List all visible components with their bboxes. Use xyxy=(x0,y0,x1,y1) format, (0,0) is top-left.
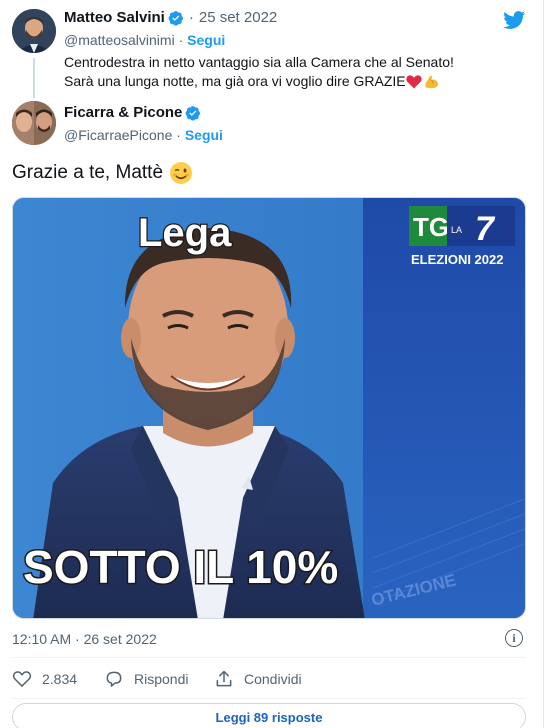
info-icon[interactable]: i xyxy=(505,629,523,647)
author-name[interactable]: Ficarra & Picone xyxy=(64,104,182,121)
like-count: 2.834 xyxy=(42,671,78,687)
tweet-text: Grazie a te, Mattè xyxy=(12,161,193,185)
quoted-author-handle[interactable]: @matteosalvinimi xyxy=(64,32,175,48)
verified-badge-icon xyxy=(168,10,183,26)
divider-bottom xyxy=(12,698,526,699)
tweet-media-image[interactable]: OTAZIONE TG LA 7 ELEZIONI 2022 Lega SOTT… xyxy=(12,197,526,619)
red-heart-icon xyxy=(405,75,422,89)
avatar-ficarra-picone[interactable] xyxy=(12,101,56,145)
like-button[interactable]: 2.834 xyxy=(12,669,77,689)
handle-row: @FicarraePicone · Segui xyxy=(64,127,223,143)
follow-button-salvini[interactable]: Segui xyxy=(187,32,225,48)
divider-top xyxy=(12,657,526,658)
share-label: Condividi xyxy=(244,671,302,687)
thread-connector-line xyxy=(33,58,35,98)
reply-button[interactable]: Rispondi xyxy=(104,669,188,689)
quoted-tweet-text: Centrodestra in netto vantaggio sia alla… xyxy=(64,53,534,91)
reply-label: Rispondi xyxy=(134,671,189,687)
quoted-tweet-header: Matteo Salvini · 25 set 2022 xyxy=(64,9,277,26)
la7-logo-la: LA xyxy=(451,225,462,235)
read-replies-button[interactable]: Leggi 89 risposte xyxy=(12,703,526,728)
flexed-biceps-icon xyxy=(425,75,438,88)
quoted-text-line2: Sarà una lunga notte, ma già ora vi vogl… xyxy=(64,73,406,89)
follow-button-ficarra-picone[interactable]: Segui xyxy=(185,127,223,143)
tweet-text-content: Grazie a te, Mattè xyxy=(12,162,164,183)
verified-badge-icon xyxy=(185,105,201,121)
media-caption-bottom: SOTTO IL 10% xyxy=(23,541,338,593)
tweet-card: Matteo Salvini · 25 set 2022 @matteosalv… xyxy=(0,0,544,728)
heart-icon xyxy=(12,671,32,688)
quoted-text-line1: Centrodestra in netto vantaggio sia alla… xyxy=(64,54,454,70)
media-caption-top: Lega xyxy=(138,211,232,255)
separator-dot: · xyxy=(178,32,184,48)
separator-dot: · xyxy=(188,9,194,26)
elezioni-label: ELEZIONI 2022 xyxy=(411,252,503,267)
avatar-matteo-salvini[interactable] xyxy=(12,9,56,53)
reply-icon xyxy=(106,671,122,687)
tweet-timestamp[interactable]: 12:10 AM · 26 set 2022 xyxy=(12,631,157,647)
quoted-handle-row: @matteosalvinimi · Segui xyxy=(64,32,225,48)
winking-face-icon xyxy=(170,162,193,184)
quoted-author-name[interactable]: Matteo Salvini xyxy=(64,9,165,26)
tweet-header: Ficarra & Picone xyxy=(64,104,201,121)
quoted-tweet-date[interactable]: 25 set 2022 xyxy=(199,9,277,26)
tg-logo-text: TG xyxy=(413,212,449,242)
author-handle[interactable]: @FicarraePicone xyxy=(64,127,172,143)
la7-logo-seven: 7 xyxy=(475,210,496,248)
twitter-bird-icon[interactable] xyxy=(502,9,527,31)
separator-dot: · xyxy=(176,127,181,143)
share-icon xyxy=(216,670,232,687)
media-illustration: OTAZIONE TG LA 7 ELEZIONI 2022 Lega SOTT… xyxy=(13,198,525,618)
share-button[interactable]: Condividi xyxy=(214,669,302,689)
